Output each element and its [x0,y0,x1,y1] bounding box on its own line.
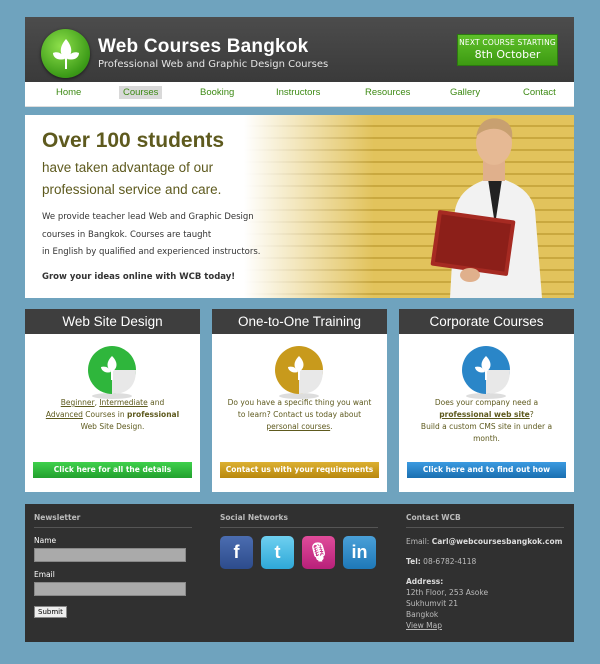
page-wrapper: Web Courses Bangkok Professional Web and… [25,17,574,642]
link-professional-web-site[interactable]: professional web site [439,410,530,419]
next-course-label: NEXT COURSE STARTING [459,38,556,47]
nav-gallery[interactable]: Gallery [450,87,480,98]
submit-button[interactable]: Submit [34,606,67,618]
nav-contact[interactable]: Contact [523,87,556,98]
box-title: Web Site Design [25,309,200,334]
nav-resources[interactable]: Resources [365,87,410,98]
nav-courses[interactable]: Courses [119,86,163,99]
student-photo [430,118,542,298]
details-button[interactable]: Click here for all the details [33,462,192,478]
email-input[interactable] [34,582,186,596]
social-heading: Social Networks [220,513,378,528]
twitter-icon[interactable]: t [261,536,294,569]
site-title[interactable]: Web Courses Bangkok [98,36,308,58]
contact-email: Email: Carl@webcoursesbangkok.com [406,537,563,546]
contact-address: Address: 12th Floor, 253 Asoke Sukhumvit… [406,577,489,630]
main-nav: Home Courses Booking Instructors Resourc… [25,82,574,107]
box-one-to-one-training: One-to-One Training Do you have a specif… [212,309,387,492]
nav-home[interactable]: Home [56,87,81,98]
box-text: Do you have a specific thing you want to… [227,398,372,431]
feature-boxes: Web Site Design Beginner, Intermediate a… [25,309,574,492]
leaf-icon [53,39,79,69]
site-footer: Newsletter Name Email Submit Social Netw… [25,504,574,642]
hero-subheading: have taken advantage of our professional… [42,160,222,197]
logo[interactable] [41,29,90,78]
name-label: Name [34,536,57,545]
site-subtitle: Professional Web and Graphic Design Cour… [98,59,329,70]
leaf-badge-icon [275,346,323,399]
box-title: One-to-One Training [212,309,387,334]
facebook-icon[interactable]: f [220,536,253,569]
newsletter-section: Newsletter Name Email Submit [34,513,192,618]
hero-banner: Over 100 students have taken advantage o… [25,115,574,298]
box-text: Beginner, Intermediate and Advanced Cour… [45,398,180,431]
nav-instructors[interactable]: Instructors [276,87,320,98]
nav-booking[interactable]: Booking [200,87,234,98]
next-course-badge[interactable]: NEXT COURSE STARTING 8th October [457,34,558,66]
hero-heading: Over 100 students [42,129,225,152]
link-beginner[interactable]: Beginner [61,398,95,407]
link-personal-courses[interactable]: personal courses [266,422,330,431]
email-label: Email [34,570,55,579]
link-intermediate[interactable]: Intermediate [99,398,147,407]
linkedin-icon[interactable]: in [343,536,376,569]
contact-section: Contact WCB Email: Carl@webcoursesbangko… [406,513,564,631]
box-text: Does your company need a professional we… [420,398,553,443]
name-input[interactable] [34,548,186,562]
find-out-how-button[interactable]: Click here and to find out how [407,462,566,478]
site-header: Web Courses Bangkok Professional Web and… [25,17,574,82]
box-title: Corporate Courses [399,309,574,334]
link-advanced[interactable]: Advanced [46,410,83,419]
hero-cta: Grow your ideas online with WCB today! [42,272,236,282]
leaf-badge-icon [88,346,136,399]
contact-tel: Tel: 08-6782-4118 [406,557,477,566]
podcast-icon[interactable]: 🎙 [302,536,335,569]
hero-body: We provide teacher lead Web and Graphic … [42,212,261,257]
next-course-date: 8th October [474,48,541,61]
box-corporate-courses: Corporate Courses Does your company need… [399,309,574,492]
leaf-badge-icon [462,346,510,399]
view-map-link[interactable]: View Map [406,621,442,630]
contact-heading: Contact WCB [406,513,564,528]
contact-requirements-button[interactable]: Contact us with your requirements [220,462,379,478]
social-section: Social Networks f t 🎙 in [220,513,378,569]
newsletter-heading: Newsletter [34,513,192,528]
box-web-site-design: Web Site Design Beginner, Intermediate a… [25,309,200,492]
